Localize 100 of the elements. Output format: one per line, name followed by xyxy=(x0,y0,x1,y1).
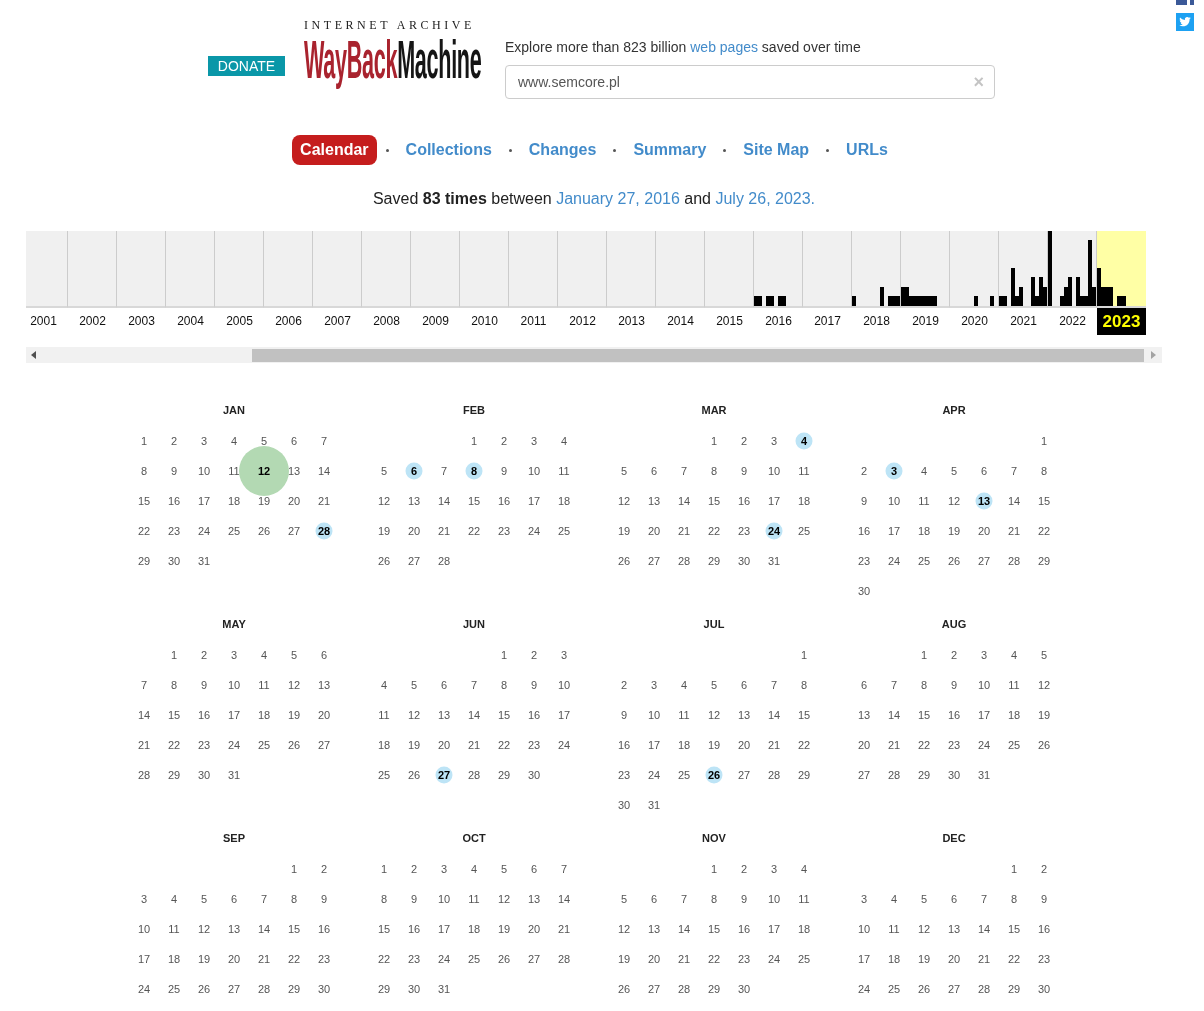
donate-button[interactable]: DONATE xyxy=(208,56,285,76)
capture-bar xyxy=(990,296,994,306)
year-label[interactable]: 2021 xyxy=(1010,308,1037,335)
year-label[interactable]: 2001 xyxy=(30,308,57,335)
capture-day-link[interactable]: 12 xyxy=(257,464,271,478)
calendar-day: 22 xyxy=(1037,524,1051,538)
capture-day-link[interactable]: 3 xyxy=(890,464,898,478)
calendar-day: 2 xyxy=(950,648,958,662)
year-label[interactable]: 2007 xyxy=(324,308,351,335)
year-label[interactable]: 2010 xyxy=(471,308,498,335)
capture-day-link[interactable]: 4 xyxy=(800,434,808,448)
year-label[interactable]: 2023 xyxy=(1097,308,1146,335)
capture-day-link[interactable]: 13 xyxy=(977,494,991,508)
calendar-day: 29 xyxy=(917,768,931,782)
bird-icon[interactable] xyxy=(1176,13,1194,31)
nav-tab[interactable]: Summary xyxy=(625,135,715,165)
calendar-day: 4 xyxy=(260,648,268,662)
calendar-day: 21 xyxy=(677,952,691,966)
year-label[interactable]: 2012 xyxy=(569,308,596,335)
calendar-day: 7 xyxy=(470,678,478,692)
calendar-day: 25 xyxy=(797,524,811,538)
year-label[interactable]: 2006 xyxy=(275,308,302,335)
left-arrow-icon[interactable] xyxy=(31,351,36,359)
calendar-day: 10 xyxy=(767,892,781,906)
nav-tab[interactable]: Changes xyxy=(520,135,605,165)
calendar-day: 27 xyxy=(737,768,751,782)
year-label[interactable]: 2017 xyxy=(814,308,841,335)
nav-tab[interactable]: URLs xyxy=(838,135,896,165)
year-label[interactable]: 2009 xyxy=(422,308,449,335)
calendar-day: 26 xyxy=(947,554,961,568)
calendar-day: 21 xyxy=(887,738,901,752)
calendar-day: 16 xyxy=(737,494,751,508)
capture-bar xyxy=(880,287,884,306)
calendar-day: 20 xyxy=(947,952,961,966)
social-tile-icon[interactable] xyxy=(1176,0,1194,5)
calendar-day: 2 xyxy=(860,464,868,478)
calendar-day: 3 xyxy=(140,892,148,906)
capture-day-link[interactable]: 8 xyxy=(470,464,478,478)
year-label[interactable]: 2014 xyxy=(667,308,694,335)
calendar-day: 29 xyxy=(137,554,151,568)
year-label[interactable]: 2002 xyxy=(79,308,106,335)
tagline-link[interactable]: web pages xyxy=(690,39,758,55)
year-label[interactable]: 2020 xyxy=(961,308,988,335)
year-label[interactable]: 2003 xyxy=(128,308,155,335)
calendar-day: 24 xyxy=(137,982,151,996)
calendar-day: 6 xyxy=(230,892,238,906)
year-label[interactable]: 2011 xyxy=(520,308,547,335)
nav-tab[interactable]: Site Map xyxy=(735,135,818,165)
right-arrow-icon[interactable] xyxy=(1151,351,1156,359)
capture-day-link[interactable]: 6 xyxy=(410,464,418,478)
year-label[interactable]: 2015 xyxy=(716,308,743,335)
calendar-day: 24 xyxy=(437,952,451,966)
calendar-day: 19 xyxy=(497,922,511,936)
calendar-day: 29 xyxy=(1037,554,1051,568)
last-date-link[interactable]: July 26, 2023. xyxy=(715,190,816,207)
scrollbar-track[interactable] xyxy=(26,347,1162,363)
year-column[interactable] xyxy=(754,231,803,308)
year-column[interactable] xyxy=(999,231,1048,308)
calendar-day: 19 xyxy=(197,952,211,966)
calendar-day: 27 xyxy=(977,554,991,568)
calendar-day: 9 xyxy=(530,678,538,692)
year-label[interactable]: 2016 xyxy=(765,308,792,335)
scrollbar-thumb[interactable] xyxy=(252,348,1144,362)
capture-bar xyxy=(766,296,774,306)
year-column[interactable] xyxy=(1048,231,1097,308)
year-label[interactable]: 2004 xyxy=(177,308,204,335)
capture-day-link[interactable]: 26 xyxy=(707,768,721,782)
calendar-day: 25 xyxy=(917,554,931,568)
year-column[interactable] xyxy=(901,231,950,308)
calendar-day: 14 xyxy=(677,494,691,508)
year-label[interactable]: 2005 xyxy=(226,308,253,335)
calendar-day: 14 xyxy=(317,464,331,478)
calendar-day: 9 xyxy=(950,678,958,692)
nav-tab[interactable]: Collections xyxy=(397,135,500,165)
calendar-day: 23 xyxy=(407,952,421,966)
year-label[interactable]: 2008 xyxy=(373,308,400,335)
calendar-day: 9 xyxy=(500,464,508,478)
capture-day-link[interactable]: 27 xyxy=(437,768,451,782)
calendar-day: 31 xyxy=(767,554,781,568)
calendar-day: 17 xyxy=(767,494,781,508)
year-column[interactable] xyxy=(852,231,901,308)
nav-tab[interactable]: Calendar xyxy=(292,135,377,165)
calendar-day: 15 xyxy=(797,708,811,722)
calendar-day: 23 xyxy=(857,554,871,568)
year-label[interactable]: 2013 xyxy=(618,308,645,335)
calendar-day: 31 xyxy=(977,768,991,782)
year-column[interactable] xyxy=(1097,231,1146,308)
year-label[interactable]: 2022 xyxy=(1059,308,1086,335)
capture-day-link[interactable]: 24 xyxy=(767,524,781,538)
search-field[interactable]: www.semcore.pl × xyxy=(505,65,995,99)
calendar-day: 14 xyxy=(767,708,781,722)
year-label[interactable]: 2018 xyxy=(863,308,890,335)
first-date-link[interactable]: January 27, 2016 xyxy=(556,190,680,207)
year-label[interactable]: 2019 xyxy=(912,308,939,335)
capture-day-link[interactable]: 28 xyxy=(317,524,331,538)
calendar-day: 27 xyxy=(857,768,871,782)
year-column[interactable] xyxy=(950,231,999,308)
calendar-day: 9 xyxy=(740,464,748,478)
calendar-day: 12 xyxy=(917,922,931,936)
calendar-day: 19 xyxy=(947,524,961,538)
